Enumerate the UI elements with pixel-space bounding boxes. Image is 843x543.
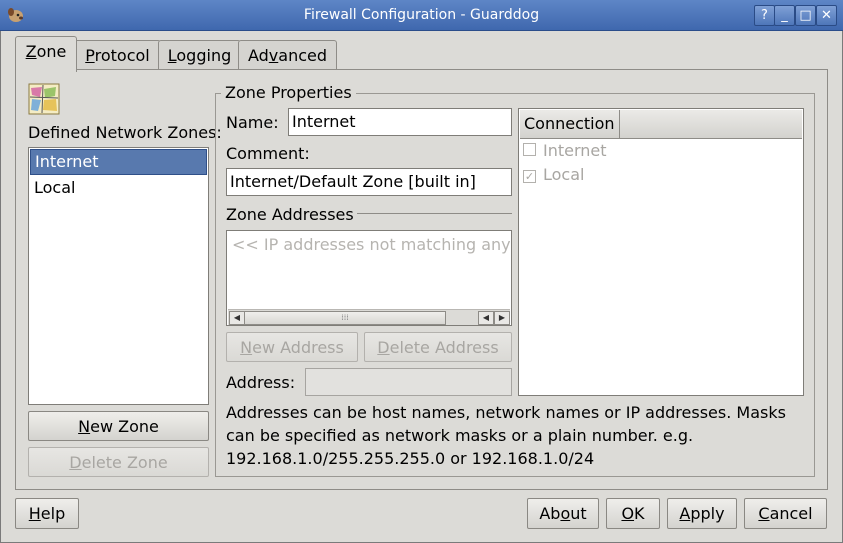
zone-properties-title: Zone Properties <box>221 83 356 102</box>
new-address-button[interactable]: New Address <box>226 332 358 362</box>
zone-addresses-title: Zone Addresses <box>226 205 354 224</box>
scroll-left-arrow-icon-secondary[interactable]: ◀ <box>478 311 494 325</box>
tab-advanced[interactable]: Advanced <box>238 40 337 71</box>
zone-list-item-local[interactable]: Local <box>30 176 207 200</box>
ok-button[interactable]: OK <box>606 498 660 529</box>
tab-zone[interactable]: Zone <box>15 36 77 72</box>
zone-addresses-list[interactable]: << IP addresses not matching any zone >>… <box>226 230 512 326</box>
name-label: Name: <box>226 113 279 132</box>
apply-button[interactable]: Apply <box>667 498 737 529</box>
zone-list-item-internet[interactable]: Internet <box>30 149 207 175</box>
connection-column-header[interactable]: Connection <box>520 110 620 138</box>
zone-addresses-divider <box>357 213 512 214</box>
zone-list[interactable]: Internet Local <box>28 147 209 405</box>
help-button[interactable]: Help <box>15 498 79 529</box>
comment-label: Comment: <box>226 144 310 163</box>
checkbox-checked-icon[interactable]: ✓ <box>523 170 536 183</box>
connection-row-internet[interactable]: Internet <box>523 139 607 163</box>
cancel-button[interactable]: Cancel <box>744 498 827 529</box>
connection-table-header: Connection <box>520 110 802 139</box>
checkbox-unchecked-icon[interactable] <box>523 143 536 156</box>
about-button[interactable]: About <box>527 498 599 529</box>
connection-row-label: Local <box>543 165 585 184</box>
delete-address-button[interactable]: Delete Address <box>364 332 512 362</box>
zone-name-field[interactable]: Internet <box>288 108 512 136</box>
address-help-text: Addresses can be host names, network nam… <box>226 403 786 468</box>
tab-protocol[interactable]: Protocol <box>74 40 161 71</box>
addresses-horizontal-scrollbar[interactable]: ◀ ⁞⁞⁞ ◀ ▶ <box>228 309 510 325</box>
network-zones-icon <box>28 83 60 115</box>
zone-comment-field[interactable]: Internet/Default Zone [built in] <box>226 168 512 196</box>
tab-logging[interactable]: Logging <box>158 40 241 71</box>
guarddog-app-icon[interactable] <box>5 5 25 25</box>
connection-table[interactable]: Connection Internet ✓ Local <box>518 108 804 396</box>
scroll-right-arrow-icon[interactable]: ▶ <box>494 311 510 325</box>
window-title: Firewall Configuration - Guarddog <box>303 7 540 23</box>
new-zone-button[interactable]: New Zone <box>28 411 209 441</box>
scroll-left-arrow-icon[interactable]: ◀ <box>229 311 245 325</box>
connection-row-label: Internet <box>543 141 607 160</box>
delete-zone-button[interactable]: Delete Zone <box>28 447 209 477</box>
connection-row-local[interactable]: ✓ Local <box>523 163 584 187</box>
address-label: Address: <box>226 373 296 392</box>
defined-zones-label: Defined Network Zones: <box>28 123 222 142</box>
addresses-placeholder-item[interactable]: << IP addresses not matching any zone >> <box>232 235 510 254</box>
address-field[interactable] <box>305 368 512 396</box>
scrollbar-thumb[interactable]: ⁞⁞⁞ <box>244 311 446 325</box>
